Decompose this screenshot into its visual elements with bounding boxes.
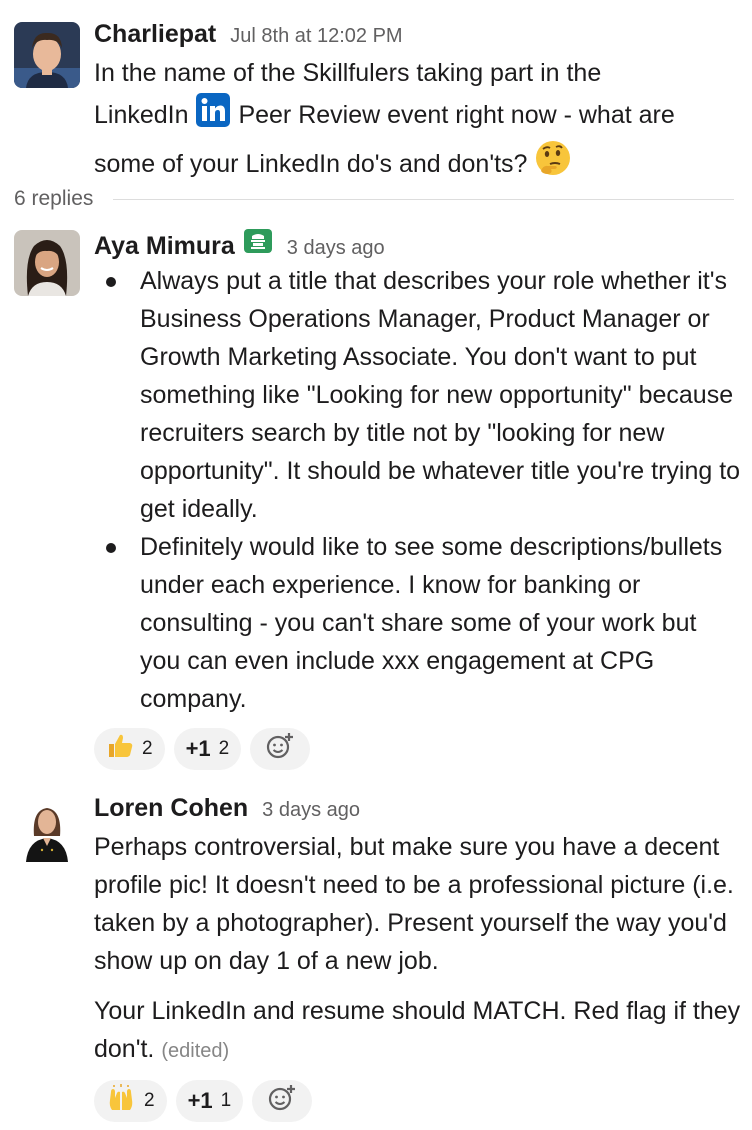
knight-badge-icon: [243, 228, 273, 259]
divider-line: [113, 198, 734, 200]
message-text: In the name of the Skillfulers taking pa…: [94, 54, 742, 188]
add-reaction-button[interactable]: [250, 728, 311, 770]
plus-one-label: +1: [187, 1088, 213, 1113]
replies-count: 6 replies: [14, 187, 94, 210]
reaction-plus-one[interactable]: +1 2: [173, 728, 242, 770]
author-name[interactable]: Aya Mimura: [94, 232, 235, 261]
author-name[interactable]: Charliepat: [94, 20, 216, 49]
reaction-count: 2: [142, 738, 153, 759]
reactions-bar: 2 +1 2: [94, 728, 742, 770]
timestamp[interactable]: Jul 8th at 12:02 PM: [230, 25, 402, 48]
plus-one-label: +1: [185, 736, 211, 761]
reaction-count: 2: [218, 738, 230, 759]
avatar-charliepat[interactable]: [14, 22, 80, 88]
message-paragraph: Perhaps controversial, but make sure you…: [94, 833, 734, 975]
bullet-list: Always put a title that describes your r…: [90, 262, 742, 718]
add-reaction-button[interactable]: [252, 1080, 313, 1122]
reaction-count: 2: [144, 1090, 155, 1111]
replies-divider: 6 replies: [14, 184, 734, 214]
timestamp[interactable]: 3 days ago: [262, 799, 360, 822]
reaction-raised-hands[interactable]: 2: [94, 1080, 167, 1122]
reaction-count: 1: [220, 1090, 232, 1111]
list-item: Definitely would like to see some descri…: [90, 528, 742, 718]
list-item: Always put a title that describes your r…: [90, 262, 742, 528]
thinking-face-icon: [534, 139, 572, 188]
raised-hands-icon: [106, 1084, 136, 1118]
add-reaction-icon: [265, 731, 295, 767]
reactions-bar: 2 +1 1: [94, 1080, 742, 1122]
add-reaction-icon: [267, 1083, 297, 1119]
reaction-thumbs-up[interactable]: 2: [94, 728, 165, 770]
linkedin-icon: [195, 92, 231, 139]
avatar-loren-cohen[interactable]: [14, 796, 80, 862]
reaction-plus-one[interactable]: +1 1: [175, 1080, 244, 1122]
thumbs-up-icon: [106, 732, 134, 766]
edited-label: (edited): [161, 1040, 230, 1062]
author-name[interactable]: Loren Cohen: [94, 794, 248, 823]
avatar-aya-mimura[interactable]: [14, 230, 80, 296]
timestamp[interactable]: 3 days ago: [287, 237, 385, 260]
message-paragraph: Your LinkedIn and resume should MATCH. R…: [94, 997, 741, 1063]
